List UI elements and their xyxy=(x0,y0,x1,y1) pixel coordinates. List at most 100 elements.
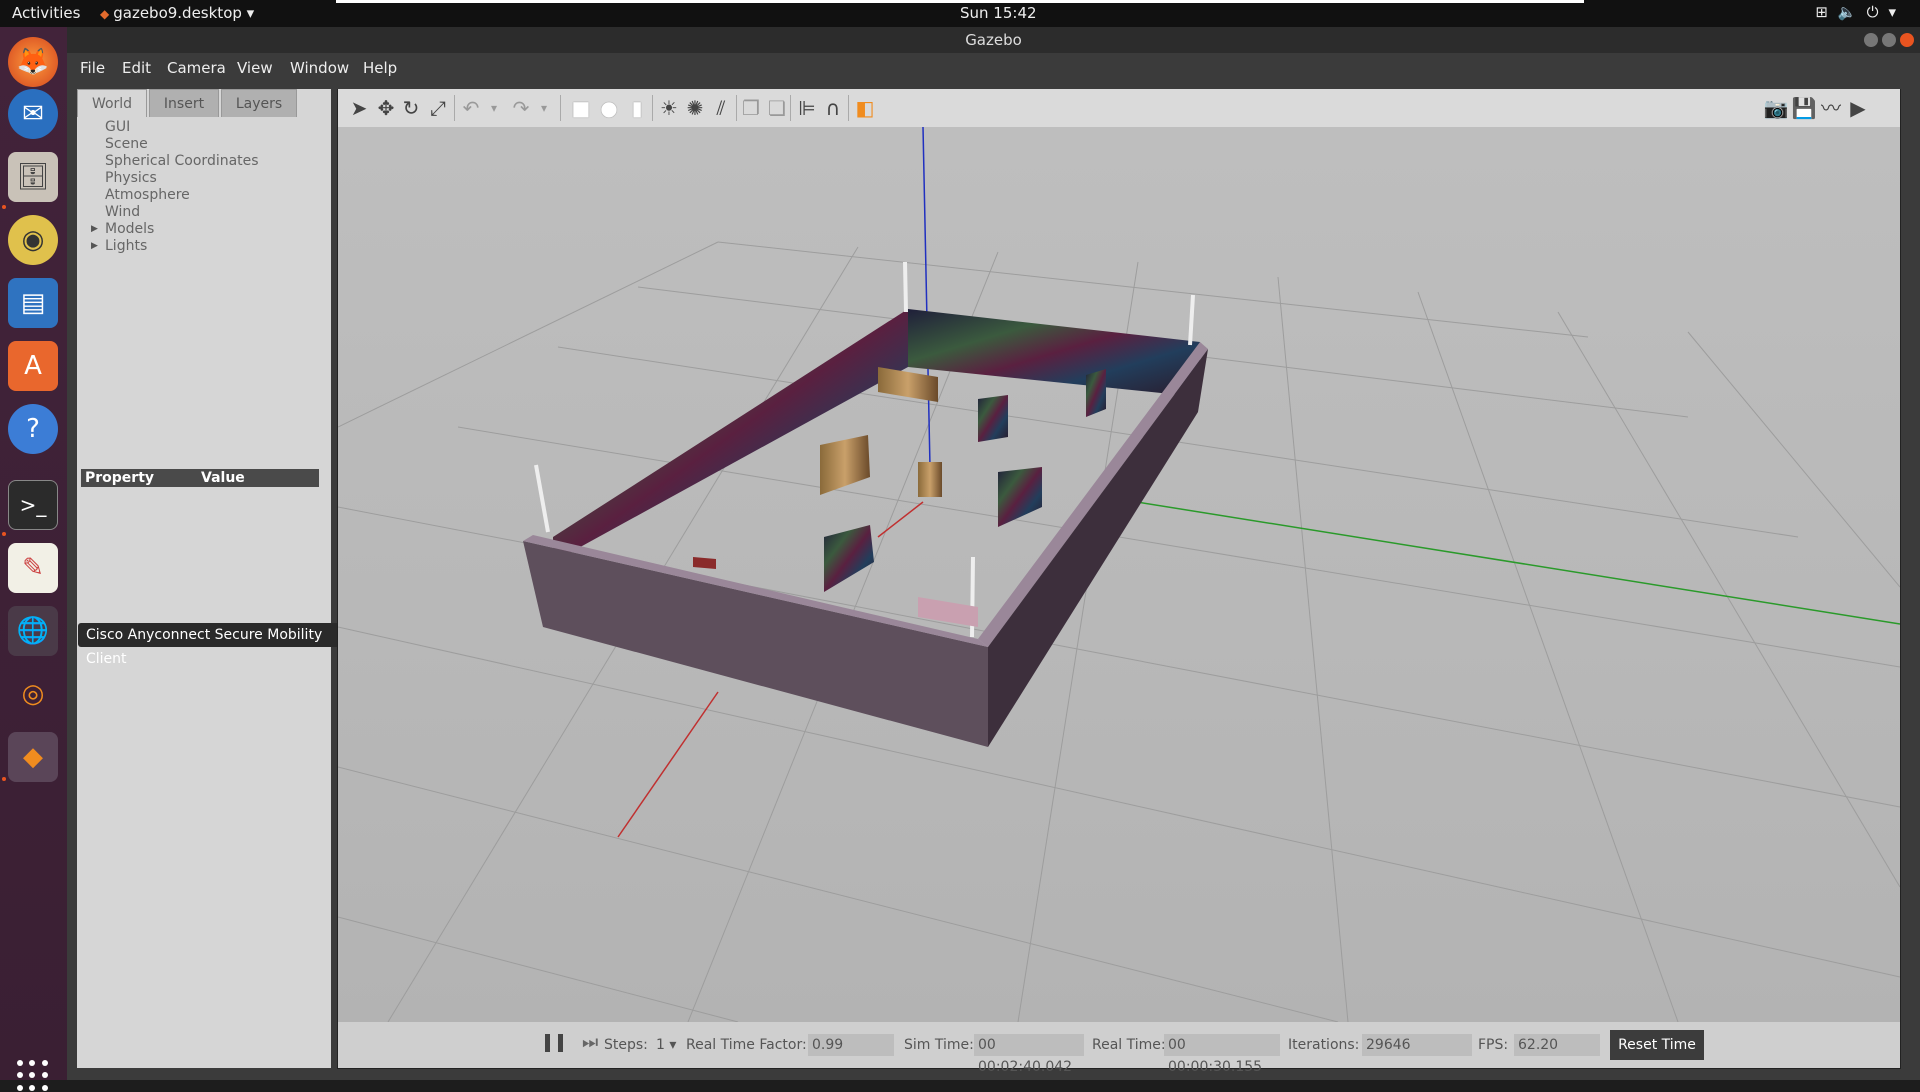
thunderbird-icon[interactable]: ✉ xyxy=(8,89,58,139)
obstacle xyxy=(693,557,716,569)
align-icon[interactable]: ⊫ xyxy=(794,95,820,121)
system-tray[interactable]: ⊞🔈⏻▾ xyxy=(1815,3,1906,21)
steps-dropdown[interactable]: 1 ▾ xyxy=(656,1037,676,1053)
menu-edit[interactable]: Edit xyxy=(122,59,151,77)
box-shape-icon[interactable]: ■ xyxy=(568,95,594,121)
translate-mode-icon[interactable]: ✥ xyxy=(373,95,399,121)
menu-help[interactable]: Help xyxy=(363,59,397,77)
sphere-shape-icon[interactable]: ● xyxy=(596,95,622,121)
tree-item-gui[interactable]: GUI xyxy=(77,119,331,136)
tab-insert[interactable]: Insert xyxy=(149,89,219,117)
redo-dropdown-icon[interactable]: ▾ xyxy=(531,95,557,121)
pause-button[interactable] xyxy=(545,1034,563,1056)
dock-tooltip: Cisco Anyconnect Secure Mobility Client xyxy=(78,623,364,667)
tab-world[interactable]: World xyxy=(77,89,147,117)
scale-mode-icon[interactable]: ⤢ xyxy=(425,95,451,121)
sim-time-value: 00 00:02:40.042 xyxy=(974,1034,1084,1075)
running-indicator xyxy=(2,205,6,209)
expand-arrow-icon[interactable]: ▶ xyxy=(91,221,98,238)
property-table-header: Property Value xyxy=(81,469,319,487)
directional-light-icon[interactable]: ⫽ xyxy=(708,95,734,121)
spot-light-icon[interactable]: ✺ xyxy=(682,95,708,121)
blender-icon[interactable]: ◎ xyxy=(8,669,58,719)
plot-icon[interactable]: 〰 xyxy=(1818,95,1844,121)
menu-file[interactable]: File xyxy=(80,59,105,77)
writer-icon[interactable]: ▤ xyxy=(8,278,58,328)
cisco-anyconnect-icon[interactable]: 🌐 xyxy=(8,606,58,656)
real-time-label: Real Time: xyxy=(1092,1037,1166,1053)
tree-item-label: Wind xyxy=(105,204,141,220)
firefox-icon[interactable]: 🦊 xyxy=(8,37,58,87)
tree-item-lights[interactable]: ▶ Lights xyxy=(77,238,331,255)
tree-item-label: Spherical Coordinates xyxy=(105,153,259,169)
tree-item-atmosphere[interactable]: Atmosphere xyxy=(77,187,331,204)
undo-dropdown-icon[interactable]: ▾ xyxy=(481,95,507,121)
rotate-mode-icon[interactable]: ↻ xyxy=(398,95,424,121)
point-light-icon[interactable]: ☀ xyxy=(656,95,682,121)
log-icon[interactable]: 💾 xyxy=(1791,95,1817,121)
power-icon: ⏻ xyxy=(1866,3,1889,21)
reset-time-button[interactable]: Reset Time xyxy=(1610,1030,1704,1060)
tree-item-label: Models xyxy=(105,221,155,237)
gazebo-dock-icon[interactable]: ◆ xyxy=(8,732,58,782)
software-center-icon[interactable]: A xyxy=(8,341,58,391)
app-menu-label: gazebo9.desktop xyxy=(113,4,242,22)
show-applications-button[interactable] xyxy=(17,1060,49,1092)
toolbar-separator xyxy=(560,95,561,121)
terminal-icon[interactable]: >_ xyxy=(8,480,58,530)
cylinder-shape-icon[interactable]: ▮ xyxy=(624,95,650,121)
tree-item-label: GUI xyxy=(105,119,131,135)
rhythmbox-icon[interactable]: ◉ xyxy=(8,215,58,265)
maximize-button[interactable] xyxy=(1882,33,1896,47)
snap-icon[interactable]: ∩ xyxy=(820,95,846,121)
expand-arrow-icon[interactable]: ▶ xyxy=(91,238,98,255)
status-bar: ⏭ Steps: 1 ▾ Real Time Factor: 0.99 Sim … xyxy=(338,1022,1900,1075)
screenshot-icon[interactable]: 📷 xyxy=(1763,95,1789,121)
files-icon[interactable]: 🗄 xyxy=(8,152,58,202)
running-indicator xyxy=(2,532,6,536)
menu-bar: File Edit Camera View Window Help xyxy=(67,53,1920,83)
toolbar-separator xyxy=(454,95,455,121)
paste-icon[interactable]: ❏ xyxy=(764,95,790,121)
3d-viewport[interactable] xyxy=(338,127,1900,1022)
help-icon[interactable]: ? xyxy=(8,404,58,454)
copy-icon[interactable]: ❐ xyxy=(738,95,764,121)
running-indicator xyxy=(2,777,6,781)
tree-item-physics[interactable]: Physics xyxy=(77,170,331,187)
iterations-value: 29646 xyxy=(1362,1034,1472,1056)
step-icon[interactable]: ⏭ xyxy=(582,1032,598,1053)
change-view-icon[interactable]: ◧ xyxy=(852,95,878,121)
menu-view[interactable]: View xyxy=(237,59,273,77)
property-column-header: Property xyxy=(85,470,155,486)
obstacle xyxy=(1086,369,1106,417)
app-menu[interactable]: ◆ gazebo9.desktop ▾ xyxy=(100,4,254,22)
post xyxy=(903,261,908,313)
tree-item-wind[interactable]: Wind xyxy=(77,204,331,221)
clock[interactable]: Sun 15:42 xyxy=(960,4,1037,22)
sim-time-label: Sim Time: xyxy=(904,1037,974,1053)
tab-layers[interactable]: Layers xyxy=(221,89,297,117)
text-editor-icon[interactable]: ✎ xyxy=(8,543,58,593)
obstacle xyxy=(918,462,942,497)
close-button[interactable] xyxy=(1900,33,1914,47)
system-top-bar: Activities ◆ gazebo9.desktop ▾ Sun 15:42 … xyxy=(0,0,1920,27)
scene-toolbar: ➤ ✥ ↻ ⤢ ↶ ▾ ↷ ▾ ■ ● ▮ ☀ ✺ ⫽ ❐ ❏ ⊫ ∩ ◧ 📷 … xyxy=(338,89,1900,127)
volume-icon: 🔈 xyxy=(1837,3,1867,21)
steps-value: 1 xyxy=(656,1037,665,1053)
activities-button[interactable]: Activities xyxy=(12,4,80,22)
fps-value: 62.20 xyxy=(1514,1034,1600,1056)
tree-item-label: Lights xyxy=(105,238,148,254)
toolbar-separator xyxy=(790,95,791,121)
tree-item-spherical-coordinates[interactable]: Spherical Coordinates xyxy=(77,153,331,170)
tree-item-label: Physics xyxy=(105,170,157,186)
tree-item-label: Scene xyxy=(105,136,148,152)
value-column-header: Value xyxy=(201,470,245,486)
menu-window[interactable]: Window xyxy=(290,59,349,77)
menu-camera[interactable]: Camera xyxy=(167,59,226,77)
tree-item-label: Atmosphere xyxy=(105,187,190,203)
tree-item-models[interactable]: ▶ Models xyxy=(77,221,331,238)
minimize-button[interactable] xyxy=(1864,33,1878,47)
select-mode-icon[interactable]: ➤ xyxy=(346,95,372,121)
video-record-icon[interactable]: ▶ xyxy=(1845,95,1871,121)
tree-item-scene[interactable]: Scene xyxy=(77,136,331,153)
